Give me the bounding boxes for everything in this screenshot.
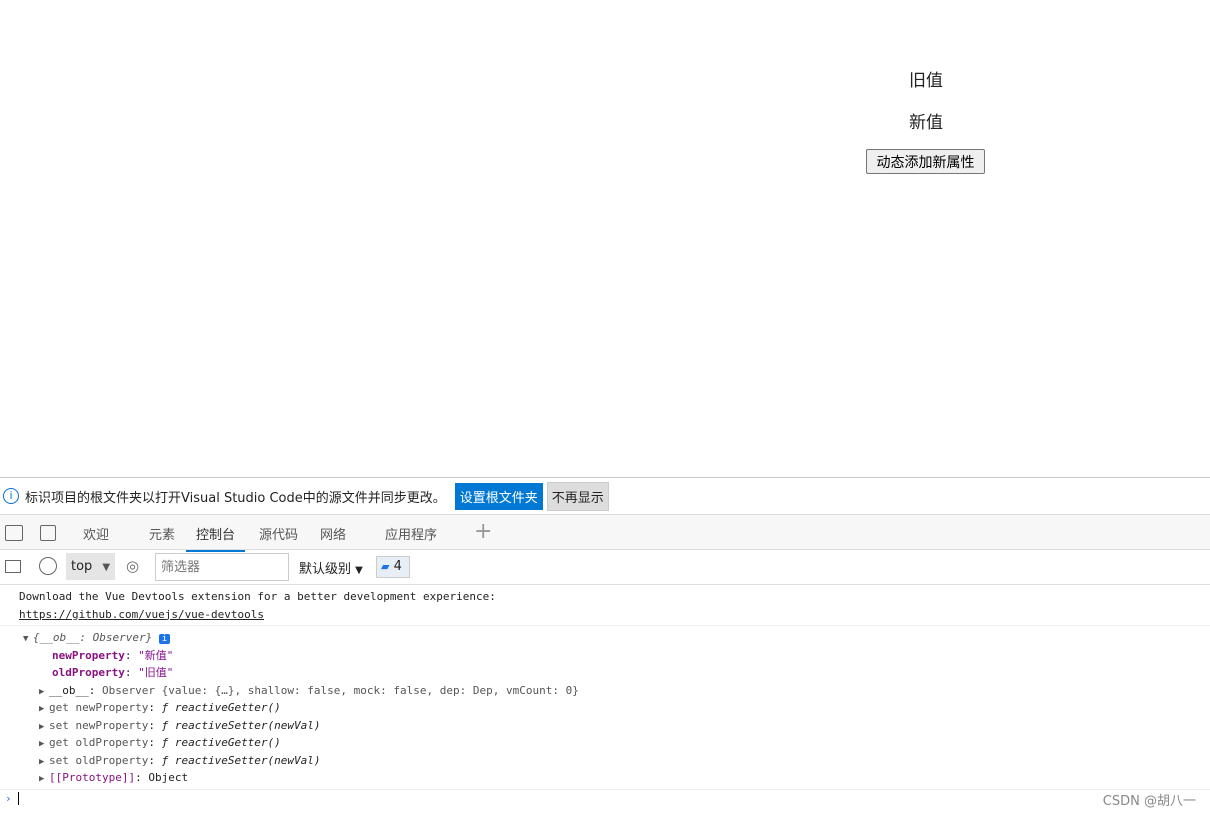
info-icon: i: [3, 488, 19, 504]
set-root-folder-button[interactable]: 设置根文件夹: [454, 482, 543, 510]
expand-triangle-icon: ▶: [39, 739, 45, 749]
message-count-badge[interactable]: ▰ 4: [376, 556, 410, 578]
chevron-down-icon: ▼: [355, 565, 363, 576]
accessor-row[interactable]: ▶ get newProperty: ƒ reactiveGetter(): [23, 699, 1210, 717]
info-badge-icon[interactable]: i: [158, 634, 171, 644]
prompt-chevron-icon: ›: [5, 791, 12, 805]
dont-show-again-button[interactable]: 不再显示: [546, 481, 609, 511]
accessor-row[interactable]: ▶ set oldProperty: ƒ reactiveSetter(newVa…: [23, 752, 1210, 770]
expand-triangle-icon[interactable]: ▼: [23, 631, 33, 649]
tab-welcome[interactable]: 欢迎: [83, 524, 109, 543]
console-message: Download the Vue Devtools extension for …: [0, 585, 1210, 626]
accessor-row[interactable]: ▶ set newProperty: ƒ reactiveSetter(newVa…: [23, 717, 1210, 735]
add-tab-icon[interactable]: +: [474, 519, 492, 544]
watermark: CSDN @胡八一: [1102, 794, 1196, 809]
object-summary-text: {__ob__: Observer}: [33, 631, 153, 644]
new-value-text: 新值: [909, 113, 943, 133]
expand-triangle-icon: ▶: [39, 704, 45, 714]
console-output: Download the Vue Devtools extension for …: [0, 585, 1210, 812]
eye-icon[interactable]: ◎: [126, 557, 139, 575]
property-row: oldProperty: "旧值": [52, 666, 174, 679]
accessor-row[interactable]: ▶ get oldProperty: ƒ reactiveGetter(): [23, 734, 1210, 752]
expand-triangle-icon: ▶: [39, 774, 45, 784]
property-value: ƒ reactiveSetter(newVal): [161, 718, 321, 732]
context-select[interactable]: top ▼: [66, 553, 115, 580]
property-value: ƒ reactiveGetter(): [161, 701, 281, 714]
tab-sources[interactable]: 源代码: [259, 524, 298, 543]
property-value: Observer {value: {…}, shallow: false, mo…: [102, 683, 579, 697]
page-content: 旧值 新值 动态添加新属性: [0, 0, 1210, 477]
message-icon: ▰: [381, 560, 390, 573]
vue-devtools-link[interactable]: https://github.com/vuejs/vue-devtools: [19, 606, 1210, 624]
property-row: newProperty: "新值": [52, 648, 174, 662]
tab-application[interactable]: 应用程序: [385, 524, 437, 543]
message-count: 4: [393, 559, 402, 574]
property-value: "旧值": [138, 666, 174, 679]
filter-input[interactable]: [155, 553, 289, 581]
property-key: get oldProperty: [49, 736, 149, 749]
vue-devtools-message: Download the Vue Devtools extension for …: [19, 590, 496, 603]
property-key: oldProperty: [52, 666, 125, 679]
prototype-row[interactable]: ▶ [[Prototype]]: Object: [23, 769, 1210, 787]
devtools-tabs: 欢迎 元素 控制台 源代码 网络 应用程序 +: [0, 514, 1210, 552]
property-key: __ob__: [49, 683, 89, 697]
cursor: [18, 791, 26, 805]
property-value: ƒ reactiveSetter(newVal): [161, 753, 321, 767]
tab-elements[interactable]: 元素: [149, 524, 175, 543]
property-key: get newProperty: [49, 701, 149, 714]
device-emulation-icon[interactable]: [40, 525, 56, 541]
context-value: top: [71, 559, 93, 574]
sidebar-toggle-icon[interactable]: [5, 560, 21, 573]
tab-console[interactable]: 控制台: [186, 524, 246, 552]
console-object: ▼ {__ob__: Observer} i newProperty: "新值" …: [0, 626, 1210, 790]
object-summary[interactable]: ▼ {__ob__: Observer} i: [23, 629, 1210, 647]
add-property-button[interactable]: 动态添加新属性: [866, 149, 985, 174]
log-level-select[interactable]: 默认级别 ▼: [299, 558, 363, 577]
log-level-value: 默认级别: [299, 562, 352, 577]
chevron-down-icon: ▼: [102, 562, 111, 573]
clear-console-icon[interactable]: [39, 557, 57, 575]
inspect-element-icon[interactable]: [5, 525, 23, 541]
console-prompt[interactable]: ›: [0, 790, 1210, 812]
old-value-text: 旧值: [909, 71, 943, 91]
info-message: 标识项目的根文件夹以打开Visual Studio Code中的源文件并同步更改…: [25, 490, 446, 506]
property-key: newProperty: [52, 648, 125, 662]
property-key: [[Prototype]]: [49, 771, 136, 784]
property-value: Object: [148, 771, 189, 784]
property-value: ƒ reactiveGetter(): [161, 736, 281, 749]
property-key: set oldProperty: [49, 753, 149, 767]
info-bar: i 标识项目的根文件夹以打开Visual Studio Code中的源文件并同步…: [0, 477, 1210, 514]
property-value: "新值": [138, 648, 174, 662]
tab-network[interactable]: 网络: [320, 524, 346, 543]
console-toolbar: top ▼ ◎ 默认级别 ▼ ▰ 4: [0, 550, 1210, 585]
property-key: set newProperty: [49, 718, 149, 732]
ob-row[interactable]: ▶ __ob__: Observer {value: {…}, shallow: …: [23, 682, 1210, 700]
